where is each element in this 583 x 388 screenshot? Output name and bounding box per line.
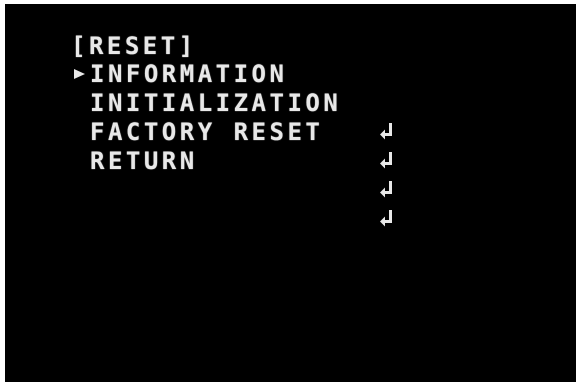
reset-menu: INFORMATION INITIALIZATION FACTORY RESET… <box>74 60 392 227</box>
enter-icon <box>380 94 394 169</box>
menu-item-label: INITIALIZATION <box>90 89 342 117</box>
menu-item-factory-reset[interactable]: FACTORY RESET <box>74 118 392 198</box>
menu-title: [RESET] <box>71 32 197 60</box>
menu-item-initialization[interactable]: INITIALIZATION <box>74 89 392 169</box>
selection-cursor-icon <box>74 69 85 79</box>
osd-screen: [RESET] INFORMATION INITIALIZATION FACTO… <box>5 4 576 382</box>
enter-icon <box>380 152 394 227</box>
menu-item-label: INFORMATION <box>90 60 288 88</box>
enter-icon <box>380 123 394 198</box>
menu-item-return[interactable]: RETURN <box>74 147 392 227</box>
menu-item-label: RETURN <box>90 147 198 175</box>
enter-icon <box>380 65 394 140</box>
menu-item-label: FACTORY RESET <box>90 118 324 146</box>
menu-item-information[interactable]: INFORMATION <box>74 60 392 140</box>
